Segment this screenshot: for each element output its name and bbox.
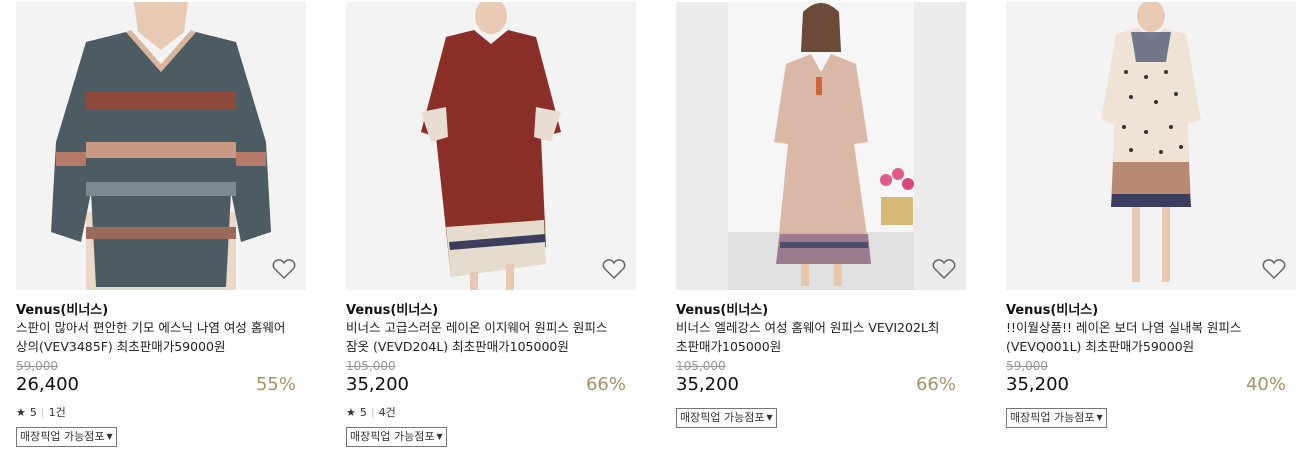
caret-down-icon: ▼: [1096, 413, 1103, 422]
product-image[interactable]: [346, 2, 636, 290]
sale-price: 35,200: [676, 374, 739, 395]
discount-rate: 66%: [915, 374, 956, 395]
brand-name[interactable]: Venus(비너스): [346, 299, 438, 318]
store-pickup-dropdown[interactable]: 매장픽업 가능점포 ▼: [1006, 408, 1107, 428]
review-count: 4건: [378, 406, 396, 419]
review-count: 1건: [48, 406, 66, 419]
caret-down-icon: ▼: [766, 413, 773, 422]
product-card[interactable]: Venus(비너스) 스판이 많아서 편안한 기모 에스닉 나염 여성 홈웨어 …: [16, 0, 306, 465]
discount-rate: 40%: [1245, 374, 1286, 395]
rating-score: 5: [359, 405, 367, 419]
product-card[interactable]: Venus(비너스) 비너스 엘레강스 여성 홈웨어 원피스 VEVI202L최…: [676, 0, 966, 465]
wishlist-heart-icon[interactable]: [602, 258, 626, 280]
product-card[interactable]: Venus(비너스) !!이월상품!! 레이온 보더 나염 실내복 원피스 (V…: [1006, 0, 1296, 465]
original-price: 105,000: [676, 359, 726, 373]
sale-price: 35,200: [1006, 374, 1069, 395]
sale-price: 26,400: [16, 374, 79, 395]
store-pickup-dropdown[interactable]: 매장픽업 가능점포 ▼: [16, 427, 117, 447]
product-name[interactable]: 비너스 고급스러운 레이온 이지웨어 원피스 원피스잠옷 (VEVD204L) …: [346, 318, 616, 356]
brand-name[interactable]: Venus(비너스): [16, 299, 108, 318]
caret-down-icon: ▼: [436, 432, 443, 441]
rating-score: 5: [29, 405, 37, 419]
rating: ★ 5 | 4건: [346, 404, 396, 420]
sale-price: 35,200: [346, 374, 409, 395]
original-price: 105,000: [346, 359, 396, 373]
product-name[interactable]: 비너스 엘레강스 여성 홈웨어 원피스 VEVI202L최초판매가105000원: [676, 318, 946, 356]
caret-down-icon: ▼: [106, 432, 113, 441]
original-price: 59,000: [16, 359, 58, 373]
product-name[interactable]: 스판이 많아서 편안한 기모 에스닉 나염 여성 홈웨어 상의(VEV3485F…: [16, 318, 286, 356]
discount-rate: 66%: [585, 374, 626, 395]
wishlist-heart-icon[interactable]: [1262, 258, 1286, 280]
product-card[interactable]: Venus(비너스) 비너스 고급스러운 레이온 이지웨어 원피스 원피스잠옷 …: [346, 0, 636, 465]
brand-name[interactable]: Venus(비너스): [676, 299, 768, 318]
product-grid: Venus(비너스) 스판이 많아서 편안한 기모 에스닉 나염 여성 홈웨어 …: [0, 0, 1303, 465]
pickup-label: 매장픽업 가능점포: [1010, 411, 1095, 424]
product-name[interactable]: !!이월상품!! 레이온 보더 나염 실내복 원피스 (VEVQ001L) 최초…: [1006, 318, 1276, 356]
rating: ★ 5 | 1건: [16, 404, 66, 420]
star-icon: ★: [346, 405, 356, 419]
star-icon: ★: [16, 405, 26, 419]
wishlist-heart-icon[interactable]: [932, 258, 956, 280]
product-image[interactable]: [1006, 2, 1296, 290]
pickup-label: 매장픽업 가능점포: [350, 430, 435, 443]
store-pickup-dropdown[interactable]: 매장픽업 가능점포 ▼: [346, 427, 447, 447]
store-pickup-dropdown[interactable]: 매장픽업 가능점포 ▼: [676, 408, 777, 428]
wishlist-heart-icon[interactable]: [272, 258, 296, 280]
pickup-label: 매장픽업 가능점포: [20, 430, 105, 443]
original-price: 59,000: [1006, 359, 1048, 373]
discount-rate: 55%: [255, 374, 296, 395]
pickup-label: 매장픽업 가능점포: [680, 411, 765, 424]
brand-name[interactable]: Venus(비너스): [1006, 299, 1098, 318]
product-image[interactable]: [16, 2, 306, 290]
divider: |: [370, 405, 375, 419]
divider: |: [40, 405, 45, 419]
product-image[interactable]: [676, 2, 966, 290]
